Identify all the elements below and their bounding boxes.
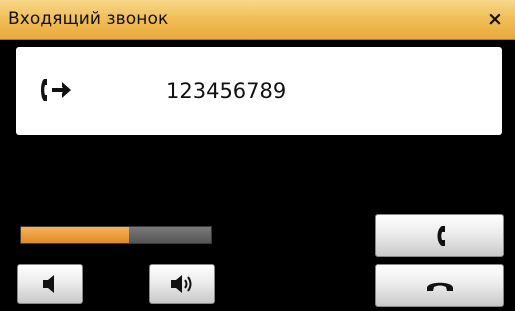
- hang-up-button[interactable]: [375, 264, 504, 307]
- close-button[interactable]: ×: [485, 9, 505, 29]
- title-bar: Входящий звонок ×: [0, 0, 515, 40]
- volume-bar[interactable]: [20, 226, 212, 244]
- volume-bar-track: [129, 227, 211, 243]
- incoming-call-icon: [37, 77, 77, 103]
- window-title: Входящий звонок: [8, 9, 169, 29]
- volume-bar-fill: [21, 227, 130, 243]
- volume-up-button[interactable]: [149, 264, 215, 304]
- caller-panel: 123456789: [16, 47, 502, 135]
- volume-down-button[interactable]: [17, 264, 83, 304]
- caller-number: 123456789: [166, 79, 287, 103]
- answer-button[interactable]: [375, 214, 504, 257]
